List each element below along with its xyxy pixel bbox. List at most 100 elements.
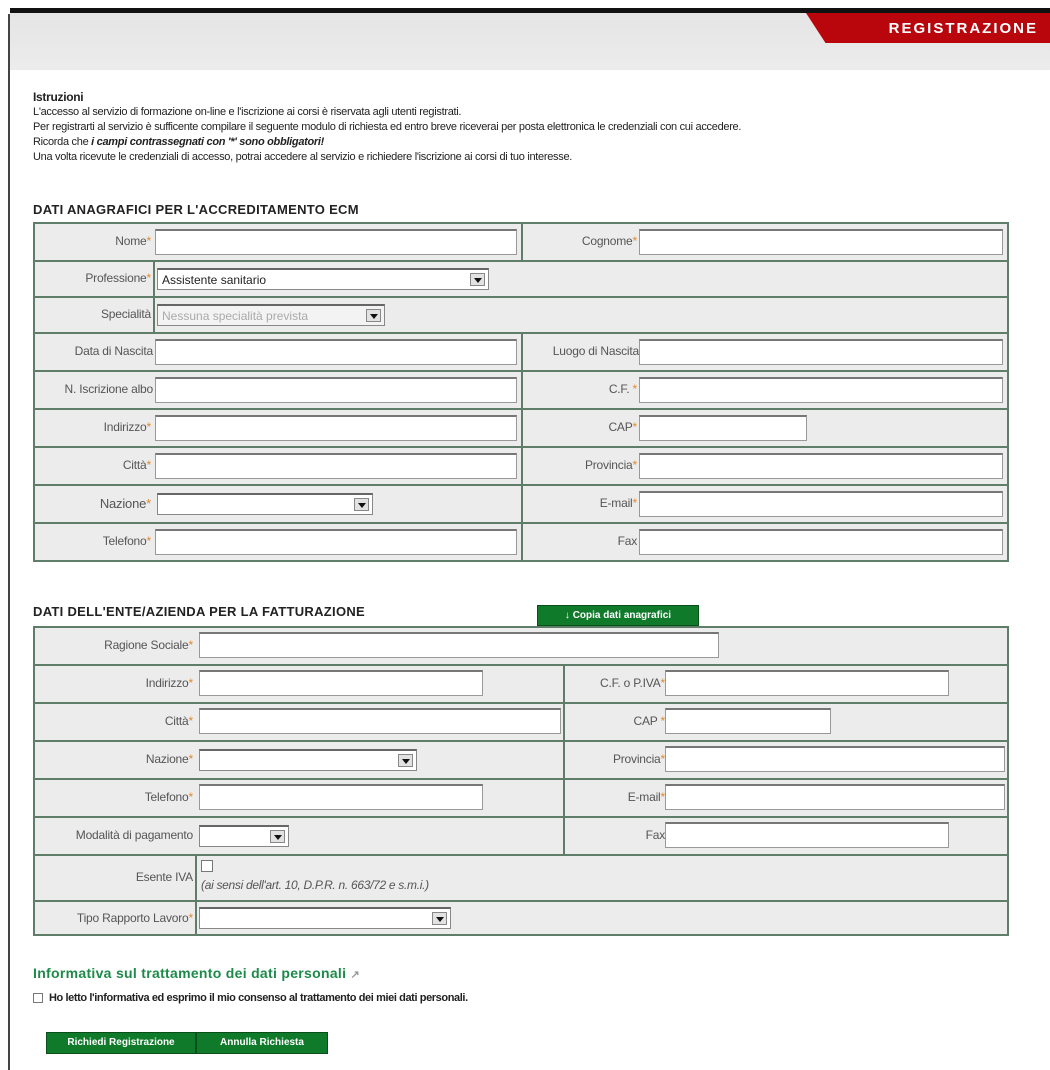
label-nazione: Nazione* [99, 496, 151, 511]
label-email: E-mail* [599, 496, 638, 510]
esente-iva-note: (ai sensi dell'art. 10, D.P.R. n. 663/72… [201, 878, 429, 892]
label-data-nascita: Data di Nascita [74, 344, 154, 358]
esente-iva-checkbox[interactable] [201, 860, 213, 872]
specialita-select[interactable]: Nessuna specialità prevista [157, 304, 385, 326]
copy-data-button[interactable]: ↓ Copia dati anagrafici [537, 605, 699, 626]
chevron-down-icon [354, 498, 369, 511]
luogo-nascita-input[interactable] [639, 339, 1003, 365]
label-billing-citta: Città* [164, 714, 193, 728]
row-billing-citta: Città* CAP * [33, 702, 1009, 742]
row-albo: N. Iscrizione albo C.F. * [33, 370, 1009, 410]
label-citta: Città* [122, 458, 151, 472]
tipo-rapporto-select[interactable] [199, 907, 451, 929]
billing-email-input[interactable] [665, 784, 1005, 810]
label-specialita: Specialità [100, 307, 151, 321]
billing-citta-input[interactable] [199, 708, 561, 734]
instructions-line-2: Per registrarti al servizio è sufficente… [33, 121, 742, 133]
label-billing-cap: CAP * [633, 714, 666, 728]
consent-row: Ho letto l'informativa ed esprimo il mio… [33, 992, 468, 1004]
row-nazione: Nazione* E-mail* [33, 484, 1009, 524]
provincia-input[interactable] [639, 453, 1003, 479]
cell-billing-telefono: Telefono* [35, 780, 565, 816]
cell-tipo-rapporto-label: Tipo Rapporto Lavoro* [35, 902, 197, 934]
instructions: Istruzioni L'accesso al servizio di form… [33, 90, 1043, 165]
row-indirizzo: Indirizzo* CAP* [33, 408, 1009, 448]
label-cf-piva: C.F. o P.IVA* [599, 676, 665, 690]
instructions-required-note: i campi contrassegnati con '*' sono obbl… [91, 136, 325, 148]
ragione-sociale-input[interactable] [199, 632, 719, 658]
instructions-line-4: Una volta ricevute le credenziali di acc… [33, 151, 573, 163]
billing-cap-input[interactable] [665, 708, 831, 734]
cell-pagamento: Modalità di pagamento [35, 818, 565, 854]
telefono-input[interactable] [155, 529, 517, 555]
cell-nome: Nome* [35, 224, 523, 260]
billing-indirizzo-input[interactable] [199, 670, 483, 696]
label-fax: Fax [617, 534, 638, 548]
professione-select[interactable]: Assistente sanitario [157, 268, 489, 290]
privacy-link[interactable]: Informativa sul trattamento dei dati per… [33, 965, 360, 981]
row-billing-indirizzo: Indirizzo* C.F. o P.IVA* [33, 664, 1009, 704]
label-billing-telefono: Telefono* [144, 790, 193, 804]
label-billing-nazione: Nazione* [145, 752, 193, 766]
cell-nazione: Nazione* [35, 486, 523, 522]
label-tipo-rapporto: Tipo Rapporto Lavoro* [76, 911, 193, 925]
label-cf: C.F. * [608, 382, 637, 396]
nazione-select[interactable] [157, 493, 373, 515]
billing-telefono-input[interactable] [199, 784, 483, 810]
cell-professione-label: Professione* [35, 262, 155, 296]
label-billing-indirizzo: Indirizzo* [145, 676, 194, 690]
label-cognome: Cognome* [581, 234, 637, 248]
label-esente-iva: Esente IVA [135, 870, 193, 884]
cell-billing-nazione: Nazione* [35, 742, 565, 778]
registration-tab: REGISTRAZIONE [806, 13, 1050, 43]
row-citta: Città* Provincia* [33, 446, 1009, 486]
row-billing-telefono: Telefono* E-mail* [33, 778, 1009, 818]
label-nome: Nome* [115, 234, 151, 248]
cell-citta: Città* [35, 448, 523, 484]
billing-provincia-input[interactable] [665, 746, 1005, 772]
cf-input[interactable] [639, 377, 1003, 403]
billing-fax-input[interactable] [665, 822, 949, 848]
email-input[interactable] [639, 491, 1003, 517]
consent-checkbox[interactable] [33, 993, 43, 1004]
cell-telefono: Telefono* [35, 524, 523, 560]
submit-button[interactable]: Richiedi Registrazione [46, 1032, 196, 1054]
label-pagamento: Modalità di pagamento [75, 828, 193, 842]
cognome-input[interactable] [639, 229, 1003, 255]
label-iscrizione-albo: N. Iscrizione albo [64, 382, 154, 396]
row-pagamento: Modalità di pagamento Fax [33, 816, 1009, 856]
citta-input[interactable] [155, 453, 517, 479]
external-link-icon: ↗ [350, 969, 361, 981]
fax-input[interactable] [639, 529, 1003, 555]
cell-albo: N. Iscrizione albo [35, 372, 523, 408]
row-telefono: Telefono* Fax [33, 522, 1009, 562]
label-billing-email: E-mail* [627, 790, 666, 804]
iscrizione-albo-input[interactable] [155, 377, 517, 403]
label-billing-provincia: Provincia* [612, 752, 665, 766]
instructions-title: Istruzioni [33, 90, 84, 104]
billing-nazione-select[interactable] [199, 749, 417, 771]
cancel-button[interactable]: Annulla Richiesta [196, 1032, 328, 1054]
label-cap: CAP* [608, 420, 637, 434]
row-billing-nazione: Nazione* Provincia* [33, 740, 1009, 780]
cap-input[interactable] [639, 415, 807, 441]
instructions-line-3: Ricorda che i campi contrassegnati con '… [33, 135, 1043, 150]
cell-esente-iva-label: Esente IVA [35, 856, 197, 900]
indirizzo-input[interactable] [155, 415, 517, 441]
row-nome: Nome* Cognome* [33, 222, 1009, 262]
label-provincia: Provincia* [584, 458, 637, 472]
nome-input[interactable] [155, 229, 517, 255]
data-nascita-input[interactable] [155, 339, 517, 365]
cf-piva-input[interactable] [665, 670, 949, 696]
row-ragione-sociale: Ragione Sociale* [33, 626, 1009, 666]
section-personal-title: DATI ANAGRAFICI PER L'ACCREDITAMENTO ECM [33, 202, 359, 217]
cell-billing-citta: Città* [35, 704, 565, 740]
page-frame-left [8, 14, 10, 1070]
label-ragione-sociale: Ragione Sociale* [104, 638, 193, 652]
cell-indirizzo: Indirizzo* [35, 410, 523, 446]
row-professione: Professione* Assistente sanitario [33, 260, 1009, 298]
chevron-down-icon [270, 830, 285, 843]
pagamento-select[interactable] [199, 825, 289, 847]
row-nascita: Data di Nascita Luogo di Nascita [33, 332, 1009, 372]
cell-data-nascita: Data di Nascita [35, 334, 523, 370]
